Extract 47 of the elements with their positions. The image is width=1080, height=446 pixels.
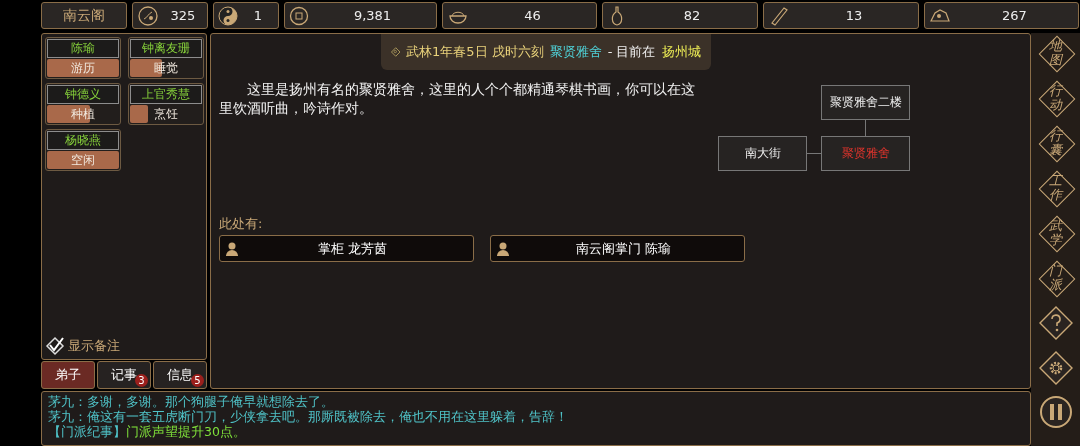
activity-label: 空闲 [70, 152, 96, 169]
resource-counter: 9,381 [284, 2, 437, 29]
map-node[interactable]: 聚贤雅舍二楼 [821, 85, 910, 120]
settings-icon[interactable] [1037, 350, 1074, 386]
disciple-card[interactable]: 上官秀慧 烹饪 [128, 83, 204, 125]
resource-counter: 13 [763, 2, 919, 29]
npc-button[interactable]: 南云阁掌门 陈瑜 [490, 235, 745, 262]
disciple-name: 上官秀慧 [130, 85, 202, 104]
presence-label: 此处有: [219, 215, 264, 233]
tab[interactable]: 弟子 [41, 361, 95, 389]
person-icon [497, 241, 509, 256]
sect-name[interactable]: 南云阁 [41, 2, 127, 29]
log-line: 茅九：多谢，多谢。那个狗腿子俺早就想除去了。 [48, 394, 335, 409]
map-node[interactable]: 聚贤雅舍 [821, 136, 910, 171]
activity-label: 游历 [70, 60, 96, 77]
count-badge: 5 [191, 374, 204, 387]
disciple-name: 杨晓燕 [47, 131, 119, 150]
coin-icon [289, 5, 309, 26]
medallion-icon [137, 4, 159, 27]
yin-yang-icon [218, 5, 238, 26]
disciple-name: 陈瑜 [47, 39, 119, 58]
help-icon[interactable] [1037, 305, 1074, 341]
map-connector [807, 153, 821, 154]
log-line: 【门派纪事】门派声望提升30点。 [48, 424, 247, 439]
person-icon [226, 241, 238, 256]
resource-counter: 1 [213, 2, 279, 29]
checkbox-label: 显示备注 [68, 337, 120, 355]
disciple-name: 钟德义 [47, 85, 119, 104]
resource-counter: 46 [442, 2, 597, 29]
location-separator: - 目前在 [607, 43, 656, 61]
resource-counter: 267 [924, 2, 1079, 29]
map-connector [865, 120, 866, 136]
activity-label: 烹饪 [153, 106, 179, 123]
map-node[interactable]: 南大街 [718, 136, 807, 171]
game-date: 武林1年春5日 戌时六刻 [406, 43, 544, 61]
log-line: 茅九：俺这有一套五虎断门刀，少侠拿去吧。那厮既被除去，俺也不用在这里躲着，告辞！ [48, 409, 569, 424]
disciple-card[interactable]: 陈瑜 游历 [45, 37, 121, 79]
disciple-name: 钟离友珊 [130, 39, 202, 58]
resource-counter: 325 [132, 2, 208, 29]
checkbox[interactable] [45, 336, 65, 356]
city-name: 扬州城 [661, 43, 701, 61]
pause-icon[interactable] [1038, 395, 1073, 429]
npc-button[interactable]: 掌柜 龙芳茵 [219, 235, 474, 262]
disciple-card[interactable]: 杨晓燕 空闲 [45, 129, 121, 171]
location-description: 这里是扬州有名的聚贤雅舍，这里的人个个都精通琴棋书画，你可以在这里饮酒听曲，吟诗作对。 [219, 80, 696, 118]
location-name: 聚贤雅舍 [549, 43, 602, 61]
resource-counter: 82 [602, 2, 758, 29]
